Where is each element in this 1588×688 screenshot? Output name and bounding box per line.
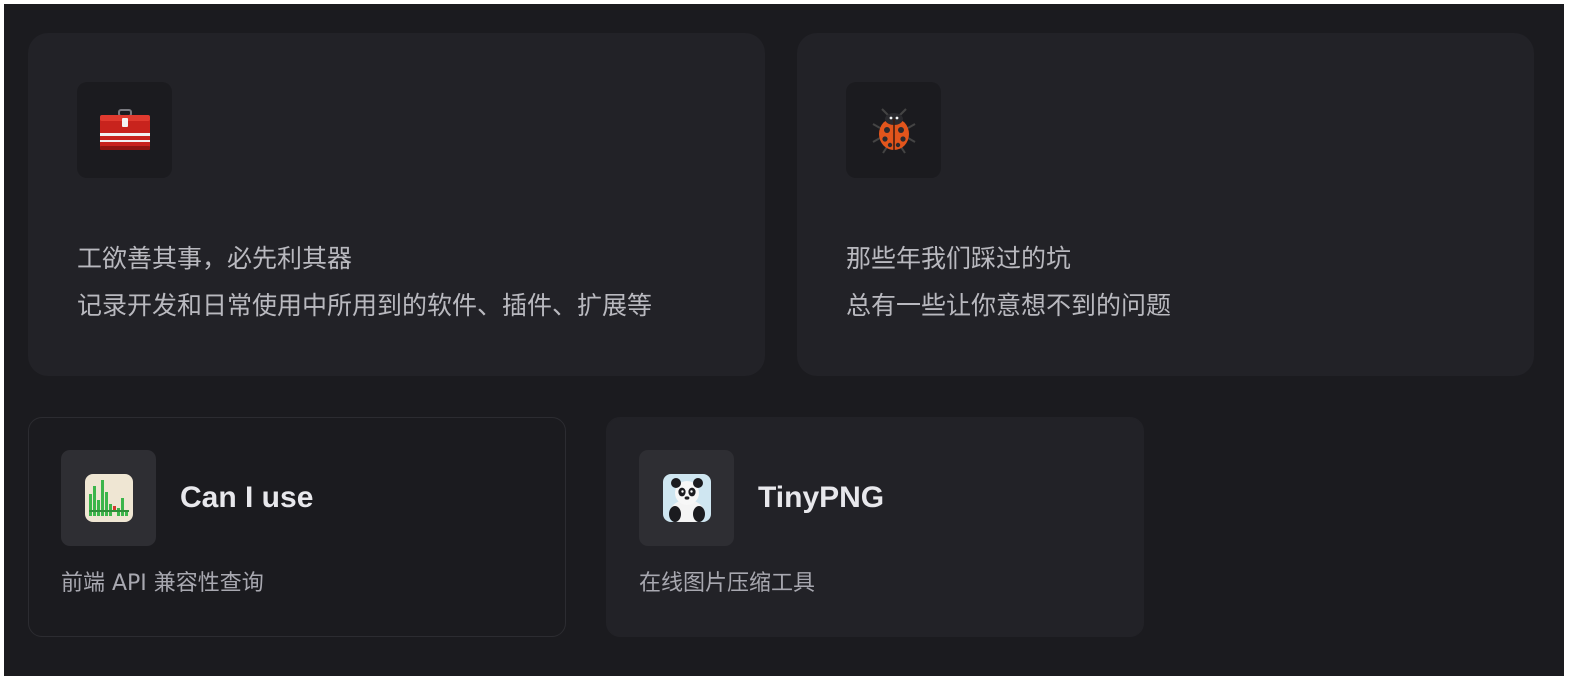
feature-description: 那些年我们踩过的坑 总有一些让你意想不到的问题: [846, 235, 1171, 329]
page-frame: 工欲善其事，必先利其器 记录开发和日常使用中所用到的软件、插件、扩展等 那些年我…: [4, 4, 1564, 676]
feature-line-2: 记录开发和日常使用中所用到的软件、插件、扩展等: [77, 291, 653, 320]
ladybug-icon: [872, 108, 915, 154]
tinypng-panda-icon: [662, 474, 711, 522]
feature-line-1: 那些年我们踩过的坑: [846, 244, 1072, 273]
link-icon-box: [61, 450, 156, 546]
toolbox-icon: [99, 109, 150, 150]
feature-line-2: 总有一些让你意想不到的问题: [846, 291, 1172, 320]
link-card-tinypng[interactable]: TinyPNG 在线图片压缩工具: [606, 417, 1144, 637]
link-description: 在线图片压缩工具: [639, 571, 816, 596]
feature-icon-box: [77, 82, 172, 178]
feature-card-tools[interactable]: 工欲善其事，必先利其器 记录开发和日常使用中所用到的软件、插件、扩展等: [28, 33, 765, 376]
link-icon-box: [639, 450, 734, 546]
feature-description: 工欲善其事，必先利其器 记录开发和日常使用中所用到的软件、插件、扩展等: [77, 235, 652, 329]
link-description: 前端 API 兼容性查询: [61, 571, 264, 596]
caniuse-icon: [84, 474, 133, 522]
link-title: Can I use: [180, 481, 314, 514]
feature-icon-box: [846, 82, 941, 178]
feature-card-bugs[interactable]: 那些年我们踩过的坑 总有一些让你意想不到的问题: [797, 33, 1534, 376]
link-card-caniuse[interactable]: Can I use 前端 API 兼容性查询: [28, 417, 566, 637]
feature-line-1: 工欲善其事，必先利其器: [77, 244, 353, 273]
link-title: TinyPNG: [758, 481, 885, 514]
